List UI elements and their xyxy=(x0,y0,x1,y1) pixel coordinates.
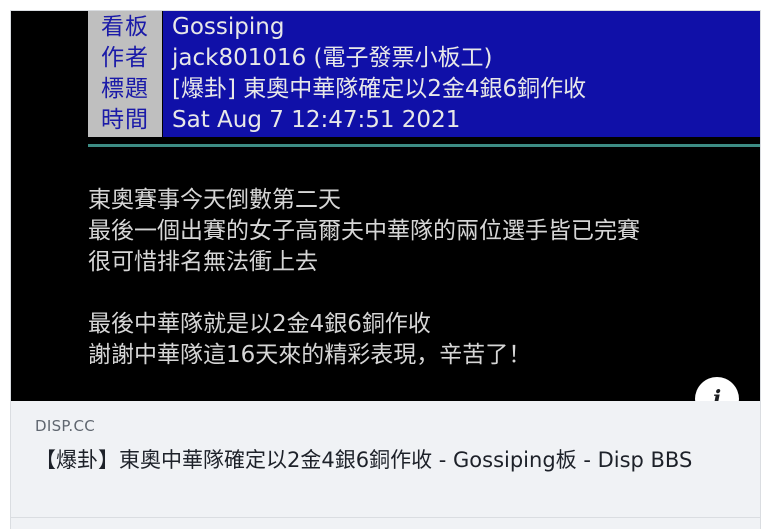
header-label-author: 作者 xyxy=(101,45,149,71)
link-preview-card[interactable]: 看板 作者 標題 時間 Gossiping jack801016 (電子發票小板… xyxy=(10,10,761,529)
header-value-time: Sat Aug 7 12:47:51 2021 xyxy=(172,107,461,133)
header-value-board: Gossiping xyxy=(172,14,285,40)
link-domain: DISP.CC xyxy=(35,417,96,435)
header-value-author: jack801016 (電子發票小板工) xyxy=(172,45,493,71)
post-header-labels: 看板 作者 標題 時間 xyxy=(88,11,162,137)
post-header-values: Gossiping jack801016 (電子發票小板工) [爆卦] 東奧中華… xyxy=(163,11,760,137)
preview-image[interactable]: 看板 作者 標題 時間 Gossiping jack801016 (電子發票小板… xyxy=(11,11,760,401)
post-body-line: 謝謝中華隊這16天來的精彩表現，辛苦了！ xyxy=(88,342,532,368)
link-title[interactable]: 【爆卦】東奧中華隊確定以2金4銀6銅作收 - Gossiping板 - Disp… xyxy=(35,445,735,475)
post-body-line: 東奧賽事今天倒數第二天 xyxy=(88,187,341,213)
post-body-line: 最後一個出賽的女子高爾夫中華隊的兩位選手皆已完賽 xyxy=(88,218,640,244)
header-label-board: 看板 xyxy=(101,14,149,40)
header-label-title: 標題 xyxy=(101,76,149,102)
post-body-line: 最後中華隊就是以2金4銀6銅作收 xyxy=(88,311,431,337)
post-body-line: 很可惜排名無法衝上去 xyxy=(88,249,318,275)
header-label-time: 時間 xyxy=(101,107,149,133)
divider xyxy=(11,517,760,518)
header-value-title: [爆卦] 東奧中華隊確定以2金4銀6銅作收 xyxy=(172,76,587,102)
header-separator xyxy=(88,144,760,147)
link-meta[interactable]: DISP.CC 【爆卦】東奧中華隊確定以2金4銀6銅作收 - Gossiping… xyxy=(11,401,760,529)
